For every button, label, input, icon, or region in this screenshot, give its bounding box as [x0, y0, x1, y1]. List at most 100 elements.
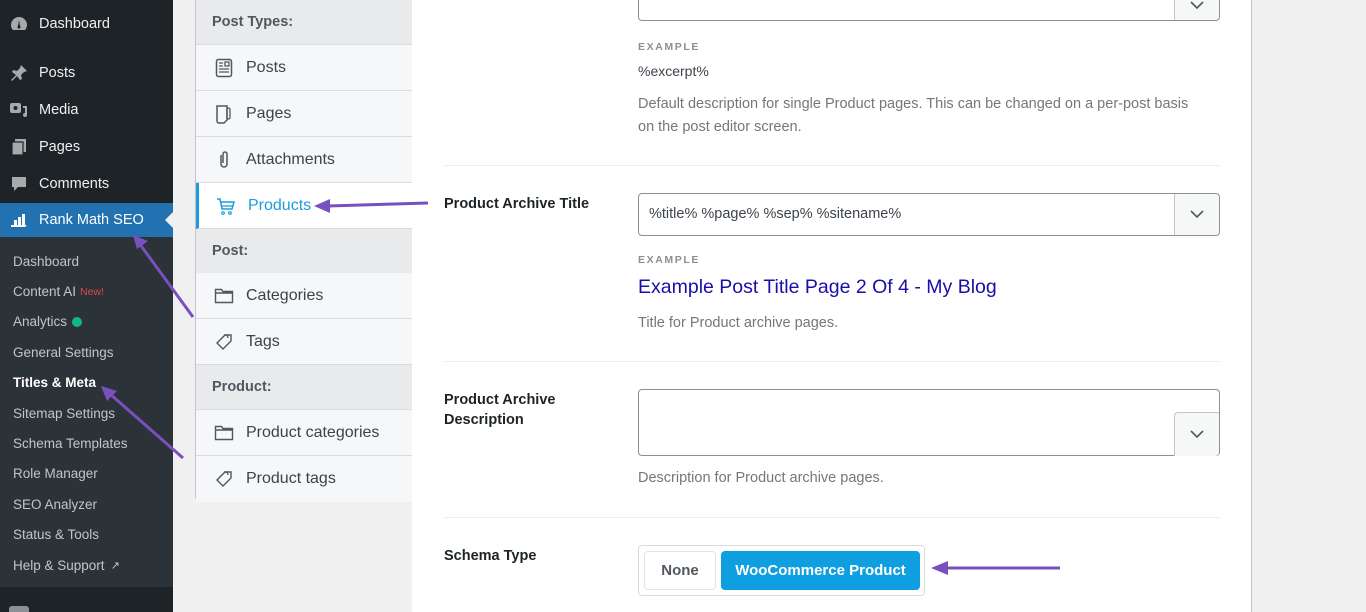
field-description: Title for Product archive pages.	[638, 315, 839, 331]
divider	[444, 361, 1220, 362]
chevron-down-icon	[1190, 210, 1204, 219]
submenu-label: General Settings	[13, 344, 114, 360]
wp-menu-comments[interactable]: Comments	[0, 167, 173, 201]
nav-item-categories[interactable]: Categories	[196, 273, 412, 319]
post-icon	[214, 57, 234, 79]
chevron-down-icon	[1190, 1, 1204, 10]
submenu-label: SEO Analyzer	[13, 496, 98, 512]
wp-menu-label: Media	[39, 102, 79, 118]
submenu-schema-templates[interactable]: Schema Templates	[0, 428, 173, 458]
nav-item-label: Pages	[246, 104, 292, 122]
submenu-help-support[interactable]: Help & Support ↗	[0, 550, 173, 580]
example-label: EXAMPLE	[638, 41, 700, 53]
rank-math-icon	[9, 210, 29, 230]
nav-item-tags[interactable]: Tags	[196, 319, 412, 365]
new-badge: New!	[80, 285, 104, 298]
wp-menu-media[interactable]: Media	[0, 93, 173, 127]
submenu-sitemap-settings[interactable]: Sitemap Settings	[0, 398, 173, 428]
nav-item-attachments[interactable]: Attachments	[196, 137, 412, 183]
example-title-preview[interactable]: Example Post Title Page 2 Of 4 - My Blog	[638, 276, 997, 299]
media-icon	[9, 100, 29, 120]
comment-icon	[9, 174, 29, 194]
nav-item-pages[interactable]: Pages	[196, 91, 412, 137]
submenu-label: Status & Tools	[13, 527, 100, 543]
field-label-archive-description: Product Archive Description	[444, 392, 556, 428]
variables-dropdown-button[interactable]	[1174, 412, 1219, 456]
wp-menu-label: Comments	[39, 176, 110, 192]
wp-menu-label: Pages	[39, 139, 81, 155]
chevron-down-icon	[1190, 430, 1204, 439]
wp-menu-dashboard[interactable]: Dashboard	[0, 7, 173, 41]
submenu-seo-analyzer[interactable]: SEO Analyzer	[0, 489, 173, 519]
variables-dropdown-button[interactable]	[1174, 0, 1219, 20]
wp-menu-pages[interactable]: Pages	[0, 130, 173, 164]
nav-item-products[interactable]: Products	[196, 183, 412, 229]
archive-title-input[interactable]: %title% %page% %sep% %sitename%	[638, 193, 1220, 236]
nav-item-label: Posts	[246, 58, 287, 76]
paperclip-icon	[214, 149, 234, 171]
field-description: Description for Product archive pages.	[638, 470, 884, 486]
submenu-label: Help & Support	[13, 557, 105, 573]
single-description-input[interactable]	[638, 0, 1220, 21]
submenu-analytics[interactable]: Analytics	[0, 307, 173, 337]
nav-item-product-tags[interactable]: Product tags	[196, 456, 412, 502]
archive-description-textarea[interactable]	[638, 389, 1220, 456]
wp-menu-label: Posts	[39, 65, 76, 81]
example-value: %excerpt%	[638, 63, 709, 79]
nav-item-label: Attachments	[246, 150, 335, 168]
external-link-icon: ↗	[110, 559, 120, 572]
submenu-label: Sitemap Settings	[13, 405, 116, 421]
wp-menu-label: Dashboard	[39, 16, 110, 32]
titles-meta-nav: Post Types: Posts Pages Attachments Prod…	[195, 0, 412, 502]
submenu-label: Role Manager	[13, 466, 98, 482]
folder-icon	[214, 422, 234, 444]
submenu-status-tools[interactable]: Status & Tools	[0, 520, 173, 550]
submenu-label: Analytics	[13, 314, 68, 330]
nav-item-label: Categories	[246, 286, 324, 304]
nav-item-posts[interactable]: Posts	[196, 45, 412, 91]
nav-item-label: Product tags	[246, 470, 336, 487]
wp-menu-rank-math-seo[interactable]: Rank Math SEO	[0, 203, 173, 237]
field-label-archive-title: Product Archive Title	[444, 196, 590, 212]
field-label-schema-type: Schema Type	[444, 548, 537, 564]
nav-item-label: Products	[248, 196, 312, 214]
page-icon	[214, 103, 234, 125]
folder-icon	[214, 285, 234, 307]
cart-icon	[216, 195, 236, 217]
submenu-label: Content AI	[13, 284, 77, 300]
nav-item-label: Tags	[246, 332, 280, 350]
nav-item-label: Product categories	[246, 423, 380, 441]
nav-group-heading: Post:	[196, 229, 412, 274]
tag-icon	[214, 468, 234, 490]
nav-item-product-categories[interactable]: Product categories	[196, 410, 412, 456]
divider	[444, 517, 1220, 518]
settings-panel: EXAMPLE %excerpt% Default description fo…	[412, 0, 1252, 612]
submenu-role-manager[interactable]: Role Manager	[0, 459, 173, 489]
submenu-label: Dashboard	[13, 253, 80, 269]
wp-menu-label: Rank Math SEO	[39, 212, 144, 228]
archive-title-value: %title% %page% %sep% %sitename%	[649, 206, 902, 222]
divider	[444, 165, 1220, 166]
schema-type-toggle: None WooCommerce Product	[638, 545, 925, 596]
dashboard-icon	[9, 14, 29, 34]
collapse-menu-icon[interactable]	[9, 606, 29, 612]
submenu-titles-meta[interactable]: Titles & Meta	[0, 368, 173, 398]
submenu-general-settings[interactable]: General Settings	[0, 337, 173, 367]
status-dot	[72, 316, 83, 327]
schema-option-woocommerce-product[interactable]: WooCommerce Product	[721, 551, 920, 590]
submenu-dashboard[interactable]: Dashboard	[0, 246, 173, 276]
nav-group-heading: Product:	[196, 365, 412, 410]
wp-admin-menu: Dashboard Posts Media Pages Comments Ran…	[0, 0, 173, 612]
pages-icon	[9, 137, 29, 157]
tag-icon	[214, 331, 234, 353]
schema-option-none[interactable]: None	[644, 551, 716, 590]
submenu-label: Schema Templates	[13, 436, 128, 452]
variables-dropdown-button[interactable]	[1174, 194, 1219, 235]
example-label: EXAMPLE	[638, 254, 700, 266]
nav-group-heading: Post Types:	[196, 0, 412, 45]
rank-math-submenu: Dashboard Content AI New! Analytics Gener…	[0, 237, 173, 587]
field-description: Default description for single Product p…	[638, 96, 1189, 135]
wp-menu-posts[interactable]: Posts	[0, 56, 173, 90]
pin-icon	[9, 63, 29, 83]
submenu-content-ai[interactable]: Content AI New!	[0, 276, 173, 306]
